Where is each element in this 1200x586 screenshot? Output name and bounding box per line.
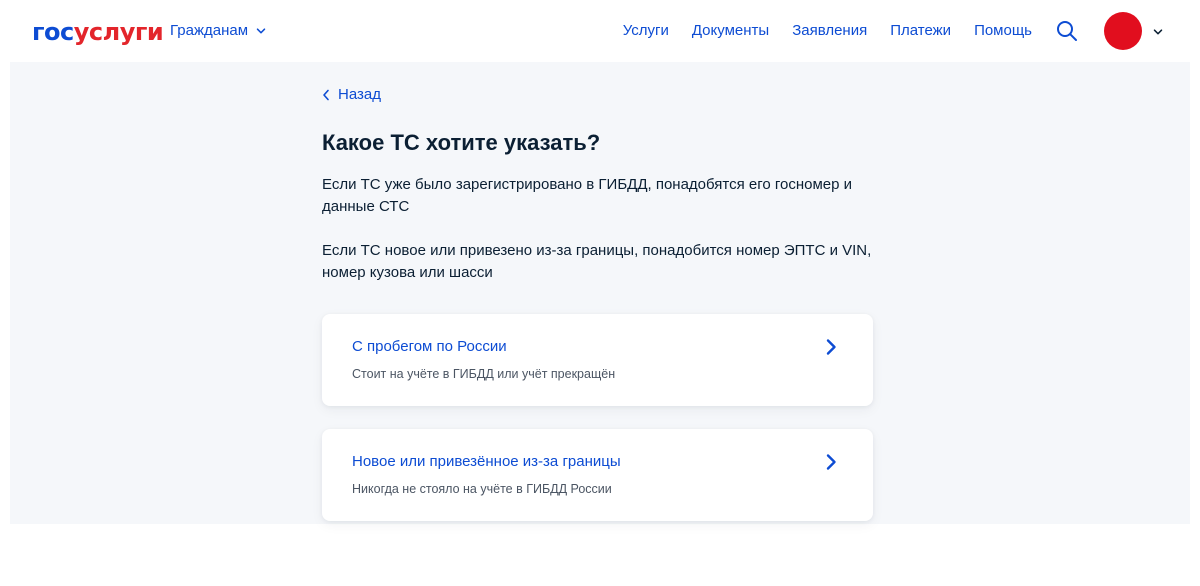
avatar[interactable]	[1104, 12, 1142, 50]
nav-item-payments[interactable]: Платежи	[890, 22, 951, 39]
top-header: госуслуги Гражданам Услуги Документы Зая…	[0, 0, 1200, 62]
chevron-right-icon	[826, 454, 836, 470]
chevron-left-icon	[323, 89, 329, 100]
gosuslugi-logo[interactable]: госуслуги	[32, 18, 164, 46]
option-card-used-in-russia[interactable]: С пробегом по России Стоит на учёте в ГИ…	[322, 314, 873, 406]
citizens-label: Гражданам	[170, 22, 249, 39]
chevron-down-icon	[256, 27, 266, 33]
nav-item-documents[interactable]: Документы	[692, 22, 769, 39]
info-paragraph-new: Если ТС новое или привезено из-за границ…	[322, 242, 872, 281]
search-icon[interactable]	[1056, 20, 1078, 42]
nav-item-help[interactable]: Помощь	[974, 22, 1032, 39]
option-subtitle: Никогда не стояло на учёте в ГИБДД Росси…	[352, 482, 612, 496]
option-title: С пробегом по России	[352, 338, 507, 355]
logo-part-uslugi: услуги	[73, 18, 164, 46]
back-link[interactable]: Назад	[322, 86, 381, 103]
page-title: Какое ТС хотите указать?	[322, 130, 601, 155]
citizens-dropdown[interactable]: Гражданам	[170, 22, 266, 39]
nav-item-services[interactable]: Услуги	[623, 22, 669, 39]
info-paragraph-registered: Если ТС уже было зарегистрировано в ГИБД…	[322, 176, 853, 215]
back-label: Назад	[338, 86, 381, 103]
option-card-new-or-imported[interactable]: Новое или привезённое из-за границы Нико…	[322, 429, 873, 521]
option-subtitle: Стоит на учёте в ГИБДД или учёт прекращё…	[352, 367, 616, 381]
logo-part-gos: гос	[32, 18, 74, 46]
chevron-right-icon	[826, 339, 836, 355]
nav-item-applications[interactable]: Заявления	[792, 22, 867, 39]
option-title: Новое или привезённое из-за границы	[352, 453, 621, 470]
chevron-down-icon[interactable]	[1153, 27, 1163, 37]
main-nav: Услуги Документы Заявления Платежи Помощ…	[623, 22, 1032, 39]
